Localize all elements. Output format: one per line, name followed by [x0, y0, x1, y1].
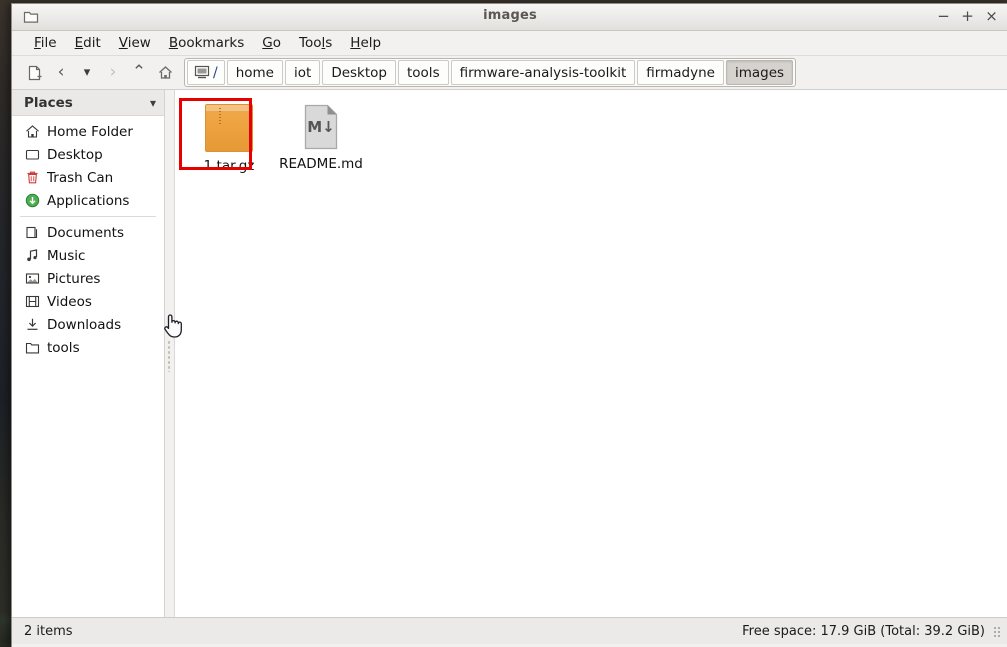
toolbar: ‹ ▾ › ⌃ / home iot Desktop tools firmwar…	[12, 56, 1007, 90]
sidebar-item-label: Music	[47, 247, 86, 264]
forward-icon[interactable]: ›	[100, 60, 126, 86]
breadcrumb-item-tools[interactable]: tools	[398, 60, 449, 85]
window-controls: − + ×	[936, 7, 999, 25]
trash-icon	[24, 170, 40, 186]
menu-help[interactable]: Help	[341, 33, 390, 53]
sidebar-item-label: Downloads	[47, 316, 122, 333]
applications-icon	[24, 193, 40, 209]
computer-icon	[194, 65, 210, 79]
sidebar-item-documents[interactable]: Documents	[12, 221, 164, 244]
window-title: images	[483, 8, 537, 23]
file-item-1-tar-gz[interactable]: 1.tar.gz	[179, 98, 273, 174]
breadcrumb: / home iot Desktop tools firmware-analys…	[184, 58, 797, 87]
sidebar-item-downloads[interactable]: Downloads	[12, 313, 164, 336]
sidebar-item-label: Videos	[47, 293, 92, 310]
breadcrumb-item-desktop[interactable]: Desktop	[322, 60, 396, 85]
item-count-label: 2 items	[24, 623, 73, 639]
close-button[interactable]: ×	[984, 7, 999, 25]
resize-grip[interactable]	[993, 625, 1002, 637]
pictures-icon	[24, 271, 40, 287]
file-item-label: README.md	[279, 156, 363, 172]
home-icon	[24, 124, 40, 140]
file-list-area[interactable]: 1.tar.gz M↓ README.md	[174, 90, 1007, 617]
breadcrumb-item-firmadyne[interactable]: firmadyne	[637, 60, 724, 85]
menu-bar: File Edit View Bookmarks Go Tools Help	[12, 31, 1007, 56]
videos-icon	[24, 294, 40, 310]
splitter-grip[interactable]	[167, 340, 172, 372]
menu-bookmarks[interactable]: Bookmarks	[160, 33, 253, 53]
up-icon[interactable]: ⌃	[126, 60, 152, 86]
svg-text:M↓: M↓	[307, 118, 335, 136]
status-bar: 2 items Free space: 17.9 GiB (Total: 39.…	[12, 617, 1007, 644]
history-dropdown-icon[interactable]: ▾	[74, 60, 100, 86]
sidebar-item-label: Trash Can	[47, 169, 114, 186]
breadcrumb-item-iot[interactable]: iot	[285, 60, 321, 85]
breadcrumb-item-home[interactable]: home	[226, 60, 283, 85]
sidebar-item-applications[interactable]: Applications	[12, 189, 164, 212]
maximize-button[interactable]: +	[960, 7, 975, 25]
sidebar-item-music[interactable]: Music	[12, 244, 164, 267]
sidebar-item-tools[interactable]: tools	[12, 336, 164, 359]
sidebar-item-label: Home Folder	[47, 123, 133, 140]
menu-view[interactable]: View	[110, 33, 160, 53]
sidebar-separator	[20, 216, 156, 217]
sidebar-item-trash-can[interactable]: Trash Can	[12, 166, 164, 189]
archive-icon	[205, 104, 253, 152]
documents-icon	[24, 225, 40, 241]
downloads-icon	[24, 317, 40, 333]
file-manager-window: images − + × File Edit View Bookmarks Go…	[11, 3, 1007, 647]
sidebar-item-desktop[interactable]: Desktop	[12, 143, 164, 166]
markdown-file-icon: M↓	[301, 104, 341, 150]
chevron-down-icon[interactable]: ▾	[150, 96, 156, 110]
breadcrumb-root[interactable]: /	[187, 60, 225, 85]
sidebar-item-label: Pictures	[47, 270, 101, 287]
home-icon[interactable]	[152, 60, 178, 86]
free-space-label: Free space: 17.9 GiB (Total: 39.2 GiB)	[742, 623, 985, 639]
sidebar-item-label: Documents	[47, 224, 124, 241]
menu-tools[interactable]: Tools	[290, 33, 341, 53]
sidebar-item-videos[interactable]: Videos	[12, 290, 164, 313]
places-header-label: Places	[24, 94, 73, 111]
file-item-readme-md[interactable]: M↓ README.md	[277, 98, 365, 174]
breadcrumb-item-firmware-analysis-toolkit[interactable]: firmware-analysis-toolkit	[450, 60, 636, 85]
window-body: Places ▾ Home Folder Desktop Trash Can A…	[12, 90, 1007, 617]
menu-go[interactable]: Go	[253, 33, 290, 53]
minimize-button[interactable]: −	[936, 7, 951, 25]
new-tab-icon[interactable]	[22, 60, 48, 86]
sidebar-item-label: Desktop	[47, 146, 103, 163]
music-icon	[24, 248, 40, 264]
places-header[interactable]: Places ▾	[12, 90, 164, 116]
folder-icon	[24, 340, 40, 356]
menu-file[interactable]: File	[25, 33, 66, 53]
breadcrumb-root-label: /	[213, 64, 218, 81]
places-sidebar: Places ▾ Home Folder Desktop Trash Can A…	[12, 90, 165, 617]
title-bar: images − + ×	[12, 4, 1007, 31]
sidebar-item-label: Applications	[47, 192, 130, 209]
desktop-icon	[24, 147, 40, 163]
back-icon[interactable]: ‹	[48, 60, 74, 86]
menu-edit[interactable]: Edit	[66, 33, 110, 53]
icon-view: 1.tar.gz M↓ README.md	[175, 90, 365, 174]
sidebar-item-label: tools	[47, 339, 80, 356]
breadcrumb-item-images[interactable]: images	[725, 60, 794, 85]
sidebar-item-home-folder[interactable]: Home Folder	[12, 120, 164, 143]
sidebar-item-pictures[interactable]: Pictures	[12, 267, 164, 290]
file-item-label: 1.tar.gz	[203, 158, 255, 174]
places-list: Home Folder Desktop Trash Can Applicatio…	[12, 116, 164, 359]
sidebar-splitter[interactable]	[165, 90, 174, 617]
